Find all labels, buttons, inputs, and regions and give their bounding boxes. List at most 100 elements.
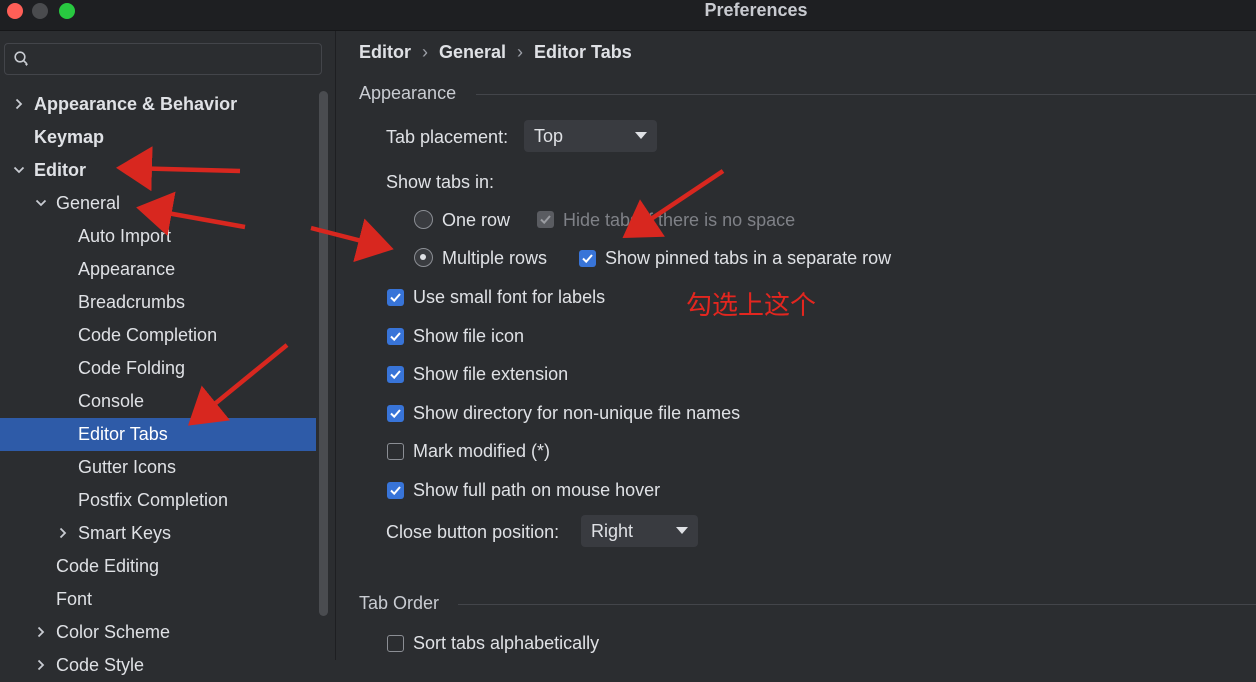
sidebar-item-keymap[interactable]: Keymap <box>0 121 320 154</box>
sidebar-item-label: Breadcrumbs <box>78 292 186 312</box>
sidebar-item-code-folding[interactable]: Code Folding <box>0 352 320 385</box>
sidebar-item-breadcrumbs[interactable]: Breadcrumbs <box>0 286 320 319</box>
chevron-right-icon[interactable] <box>56 526 70 540</box>
option-checkbox-show-file-icon[interactable] <box>387 327 404 345</box>
tab-placement-dropdown[interactable]: Top <box>524 120 657 152</box>
sidebar-item-color-scheme[interactable]: Color Scheme <box>0 616 320 649</box>
option-checkbox-use-small-font-for-labels[interactable] <box>387 289 404 306</box>
sidebar-item-label: Editor Tabs <box>78 424 168 444</box>
sidebar-item-console[interactable]: Console <box>0 385 320 418</box>
option-label-use-small-font-for-labels[interactable]: Use small font for labels <box>413 286 605 308</box>
sidebar-item-label: Smart Keys <box>78 523 172 543</box>
sidebar-item-editor-tabs[interactable]: Editor Tabs <box>0 418 316 451</box>
close-button-position-value: Right <box>591 521 634 541</box>
annotation-text: 勾选上这个 <box>686 291 817 321</box>
option-label-mark-modified[interactable]: Mark modified (*) <box>413 440 550 462</box>
checkmark-icon <box>390 370 401 380</box>
section-divider <box>458 604 1256 605</box>
sidebar-item-general[interactable]: General <box>0 187 320 220</box>
breadcrumb-item-editor[interactable]: Editor <box>359 42 411 62</box>
section-divider <box>476 94 1256 95</box>
sidebar-item-label: Editor <box>34 160 86 180</box>
editor-tabs-panel: Editor › General › Editor Tabs Appearance Ta… <box>336 31 1256 660</box>
close-button-position-dropdown[interactable]: Right <box>581 515 698 547</box>
option-label-show-full-path-on-mouse-hover[interactable]: Show full path on mouse hover <box>413 479 660 501</box>
sidebar-item-label: Appearance <box>78 259 176 279</box>
option-label-show-file-extension[interactable]: Show file extension <box>413 363 568 385</box>
sidebar-item-label: General <box>56 193 121 213</box>
chevron-right-icon: › <box>422 42 428 62</box>
breadcrumb-item-general[interactable]: General <box>439 42 506 62</box>
title-bar: Preferences <box>0 0 1256 31</box>
sort-tabs-label[interactable]: Sort tabs alphabetically <box>413 632 599 654</box>
checkmark-icon <box>390 409 401 418</box>
sidebar-item-label: Code Completion <box>78 325 218 345</box>
tab-placement-label: Tab placement: <box>386 127 509 147</box>
checkmark-icon <box>390 293 401 303</box>
option-label-show-file-icon[interactable]: Show file icon <box>413 325 524 347</box>
breadcrumb-item-editor-tabs: Editor Tabs <box>534 42 632 62</box>
chevron-down-icon <box>635 132 647 139</box>
one-row-label[interactable]: One row <box>442 209 510 231</box>
section-title-appearance: Appearance <box>359 83 457 103</box>
search-input[interactable] <box>41 48 315 72</box>
window-title: Preferences <box>704 0 808 20</box>
show-pinned-checkbox[interactable] <box>579 250 596 267</box>
settings-sidebar: Appearance & Behavior Keymap Editor General… <box>0 31 336 675</box>
chevron-down-icon[interactable] <box>12 163 26 177</box>
show-pinned-label[interactable]: Show pinned tabs in a separate row <box>605 247 891 269</box>
sort-tabs-checkbox[interactable] <box>387 635 404 652</box>
sidebar-item-editor[interactable]: Editor <box>0 154 320 187</box>
sidebar-item-auto-import[interactable]: Auto Import <box>0 220 320 253</box>
hide-tabs-label: Hide tabs if there is no space <box>563 210 796 230</box>
option-checkbox-show-full-path-on-mouse-hover[interactable] <box>387 482 404 499</box>
hide-tabs-checkbox <box>537 211 554 228</box>
search-icon <box>13 50 31 68</box>
sidebar-item-label: Gutter Icons <box>78 457 177 477</box>
sidebar-item-label: Code Editing <box>56 556 160 576</box>
search-box[interactable] <box>4 43 322 75</box>
option-label-show-directory-for-non-unique-file-names[interactable]: Show directory for non-unique file names <box>413 402 740 424</box>
sidebar-item-label: Font <box>56 589 93 609</box>
close-button-position-label: Close button position: <box>386 522 560 542</box>
sidebar-item-label: Console <box>78 391 145 411</box>
chevron-right-icon[interactable] <box>34 625 48 639</box>
settings-tree: Appearance & Behavior Keymap Editor General… <box>0 88 320 682</box>
checkmark-icon <box>582 254 593 264</box>
one-row-radio[interactable] <box>414 210 433 229</box>
sidebar-item-label: Color Scheme <box>56 622 171 642</box>
sidebar-item-code-completion[interactable]: Code Completion <box>0 319 320 352</box>
show-tabs-in-label: Show tabs in: <box>386 172 495 192</box>
checkmark-icon <box>540 215 551 225</box>
tab-placement-value: Top <box>534 126 564 146</box>
option-checkbox-show-directory-for-non-unique-file-names[interactable] <box>387 404 404 422</box>
sidebar-item-label: Code Folding <box>78 358 186 378</box>
option-checkbox-mark-modified[interactable] <box>387 443 404 461</box>
sidebar-item-appearance-behavior[interactable]: Appearance & Behavior <box>0 88 320 121</box>
sidebar-item-postfix-completion[interactable]: Postfix Completion <box>0 484 320 517</box>
multiple-rows-label[interactable]: Multiple rows <box>442 247 547 269</box>
sidebar-item-label: Postfix Completion <box>78 490 229 510</box>
chevron-right-icon[interactable] <box>12 97 26 111</box>
sidebar-item-label: Code Style <box>56 655 145 675</box>
chevron-down-icon <box>676 527 688 534</box>
sidebar-item-code-editing[interactable]: Code Editing <box>0 550 320 583</box>
sidebar-item-appearance[interactable]: Appearance <box>0 253 320 286</box>
section-title-tab-order: Tab Order <box>359 593 440 613</box>
sidebar-item-label: Keymap <box>34 127 105 147</box>
sidebar-item-smart-keys[interactable]: Smart Keys <box>0 517 320 550</box>
option-checkbox-show-file-extension[interactable] <box>387 366 404 384</box>
sidebar-item-label: Auto Import <box>78 226 172 246</box>
sidebar-item-gutter-icons[interactable]: Gutter Icons <box>0 451 320 484</box>
checkmark-icon <box>390 331 401 341</box>
sidebar-item-font[interactable]: Font <box>0 583 320 616</box>
chevron-right-icon[interactable] <box>34 658 48 672</box>
chevron-right-icon: › <box>517 42 524 62</box>
radio-dot <box>420 254 426 260</box>
sidebar-scrollbar[interactable] <box>319 91 328 616</box>
checkmark-icon <box>390 486 401 496</box>
sidebar-item-code-style[interactable]: Code Style <box>0 649 320 682</box>
multiple-rows-radio[interactable] <box>414 248 433 267</box>
breadcrumb: Editor › General › Editor Tabs <box>359 41 632 63</box>
chevron-down-icon[interactable] <box>34 196 48 210</box>
